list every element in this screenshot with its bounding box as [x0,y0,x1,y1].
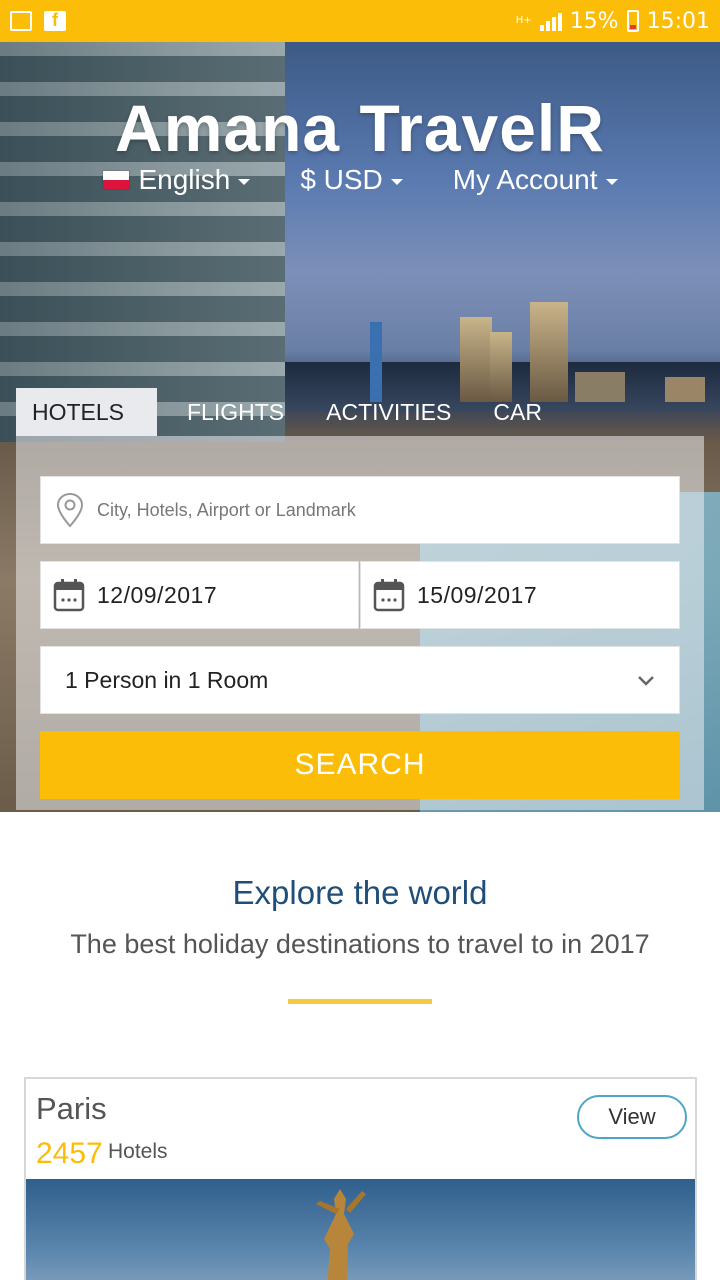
account-menu[interactable]: My Account [453,164,618,196]
currency-label: $ USD [300,164,383,195]
checkout-date-field[interactable]: 15/09/2017 [360,561,680,629]
status-left: f [10,11,66,31]
destination-city: Paris [36,1091,107,1126]
facebook-notification-icon: f [44,11,66,31]
destination-card[interactable]: Paris 2457 Hotels View [24,1077,697,1280]
checkin-date-field[interactable]: 12/09/2017 [40,561,359,629]
top-menu: English $ USD My Account [0,164,720,196]
network-type: H+ [515,15,532,26]
calendar-icon [373,579,405,612]
destination-image [26,1179,695,1280]
tab-hotels[interactable]: HOTELS [16,388,157,436]
view-button[interactable]: View [577,1095,687,1139]
booking-tabs: HOTELS FLIGHTS ACTIVITIES CAR [16,388,558,436]
hotel-count: 2457 [36,1137,103,1170]
flag-icon [102,170,131,190]
clock: 15:01 [646,8,710,34]
hotel-search-panel: City, Hotels, Airport or Landmark 12/09/… [16,436,704,810]
status-bar: f H+ 15% 15:01 [0,0,720,42]
explore-subtitle: The best holiday destinations to travel … [70,929,650,959]
tab-flights[interactable]: FLIGHTS [171,388,300,436]
caret-down-icon [238,178,251,185]
tab-activities[interactable]: ACTIVITIES [310,388,467,436]
search-button[interactable]: SEARCH [40,731,680,799]
app-logo[interactable]: Amana TravelR [0,90,720,166]
section-divider [288,999,432,1004]
location-placeholder: City, Hotels, Airport or Landmark [97,499,356,520]
calendar-icon [53,579,85,612]
battery-percent: 15% [569,8,619,34]
explore-title: Explore the world [232,874,488,911]
guests-value: 1 Person in 1 Room [65,666,269,693]
gallery-notification-icon [10,11,32,31]
hero-skyline-image [285,272,720,402]
hotel-count-label: Hotels [108,1140,168,1163]
checkout-date-value: 15/09/2017 [417,581,538,608]
signal-icon [539,11,562,31]
statue-image [316,1189,366,1280]
battery-icon [626,10,639,32]
location-input[interactable]: City, Hotels, Airport or Landmark [40,476,680,544]
chevron-down-icon [638,676,654,686]
account-label: My Account [452,164,598,195]
checkin-date-value: 12/09/2017 [97,581,218,608]
guests-select[interactable]: 1 Person in 1 Room [40,646,680,714]
caret-down-icon [390,178,403,185]
status-right: H+ 15% 15:01 [516,9,710,34]
language-selector[interactable]: English [102,164,251,196]
caret-down-icon [605,178,618,185]
language-label: English [138,164,231,195]
tab-car[interactable]: CAR [477,388,558,436]
currency-selector[interactable]: $ USD [300,164,403,196]
map-pin-icon [56,492,84,528]
